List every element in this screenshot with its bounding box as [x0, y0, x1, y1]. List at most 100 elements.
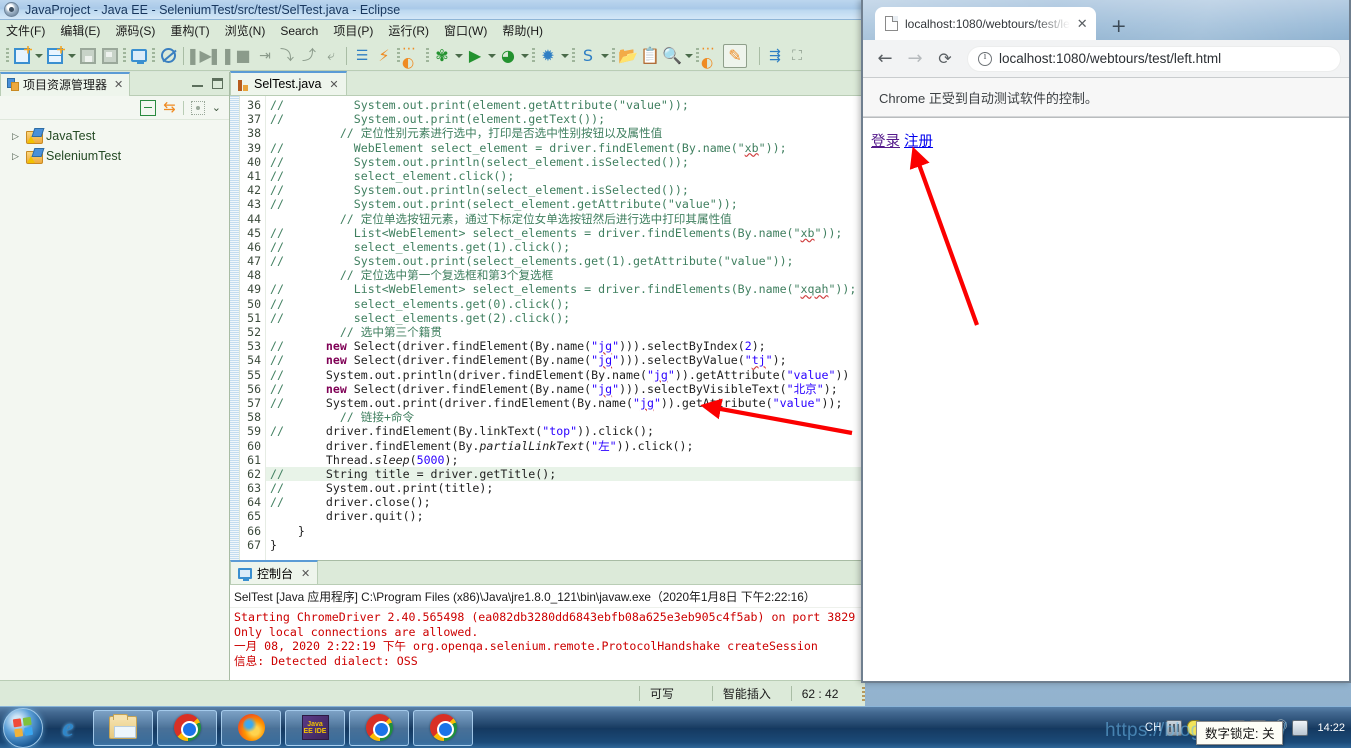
eclipse-menubar[interactable]: 文件(F) 编辑(E) 源码(S) 重构(T) 浏览(N) Search 项目(…: [0, 20, 865, 41]
code-line[interactable]: // 定位单选按钮元素，通过下标定位女单选按钮然后进行选中打印其属性值: [266, 212, 865, 226]
collapse-all-icon[interactable]: [140, 99, 157, 116]
new-grid-icon[interactable]: [44, 44, 66, 68]
link-with-editor-icon[interactable]: ⇆: [163, 100, 176, 115]
code-line[interactable]: // WebElement select_element = driver.fi…: [266, 141, 865, 155]
step-return-icon[interactable]: ⤴: [298, 44, 320, 68]
code-line[interactable]: // select_elements.get(0).click();: [266, 297, 865, 311]
open-web-browser-icon[interactable]: ✹: [537, 44, 559, 68]
minimize-icon[interactable]: [192, 78, 203, 89]
menu-window[interactable]: 窗口(W): [444, 22, 487, 39]
menu-file[interactable]: 文件(F): [6, 22, 45, 39]
code-line[interactable]: // List<WebElement> select_elements = dr…: [266, 282, 865, 296]
step-out-icon[interactable]: ⤶: [320, 44, 342, 68]
code-line[interactable]: // new Select(driver.findElement(By.name…: [266, 339, 865, 353]
code-line[interactable]: // 选中第三个籍贯: [266, 325, 865, 339]
code-line[interactable]: // select_elements.get(2).click();: [266, 311, 865, 325]
save-all-icon[interactable]: [99, 44, 121, 68]
new-server-icon[interactable]: S: [577, 44, 599, 68]
code-line[interactable]: driver.findElement(By.partialLinkText("左…: [266, 439, 865, 453]
web-dropdown-icon[interactable]: [559, 44, 570, 68]
info-circle-icon[interactable]: [978, 51, 992, 66]
format-icon[interactable]: ☰: [351, 44, 373, 68]
debug-icon[interactable]: ✾: [431, 44, 453, 68]
close-icon[interactable]: ✕: [329, 78, 338, 91]
search-icon[interactable]: 🔍: [661, 44, 683, 68]
reload-button[interactable]: ⟳: [931, 45, 959, 73]
skip-breakpoints-icon[interactable]: [157, 44, 179, 68]
run-icon[interactable]: ▶: [464, 44, 486, 68]
menu-search[interactable]: Search: [280, 24, 318, 38]
code-line[interactable]: // new Select(driver.findElement(By.name…: [266, 353, 865, 367]
address-bar[interactable]: localhost:1080/webtours/test/left.html: [967, 45, 1341, 72]
code-line[interactable]: // System.out.println(select_element.isS…: [266, 155, 865, 169]
external-tools-icon[interactable]: ◕: [497, 44, 519, 68]
new-wizard-icon[interactable]: [11, 44, 33, 68]
taskbar-item-google-chrome-2[interactable]: [349, 709, 409, 746]
new-tab-button[interactable]: +: [1105, 12, 1133, 40]
code-line[interactable]: // System.out.print(title);: [266, 481, 865, 495]
explorer-toolbar[interactable]: ⇆ ⌄: [0, 96, 229, 120]
step-over-icon[interactable]: ⇥: [254, 44, 276, 68]
code-line[interactable]: // 定位性别元素进行选中，打印是否选中性别按钮以及属性值: [266, 126, 865, 140]
new-grid-dropdown-icon[interactable]: [66, 44, 77, 68]
code-line[interactable]: // System.out.println(select_element.isS…: [266, 183, 865, 197]
taskbar-item-internet-explorer[interactable]: e: [47, 710, 89, 746]
menu-navigate[interactable]: 浏览(N): [225, 22, 266, 39]
code-line[interactable]: // driver.close();: [266, 495, 865, 509]
eclipse-titlebar[interactable]: JavaProject - Java EE - SeleniumTest/src…: [0, 0, 865, 20]
chevron-down-icon[interactable]: ⌄: [212, 101, 221, 114]
flag-icon[interactable]: [1292, 720, 1309, 736]
taskbar-item-windows-explorer[interactable]: [93, 709, 153, 746]
code-line[interactable]: // 定位选中第一个复选框和第3个复选框: [266, 268, 865, 282]
chevron-right-icon[interactable]: ▷: [12, 151, 22, 162]
menu-run[interactable]: 运行(R): [388, 22, 429, 39]
search-dropdown-icon[interactable]: [683, 44, 694, 68]
chrome-toolbar[interactable]: ← → ⟳ localhost:1080/webtours/test/left.…: [863, 40, 1349, 78]
external-tools-dropdown-icon[interactable]: [519, 44, 530, 68]
link-register[interactable]: 注册: [904, 134, 933, 150]
menu-refactor[interactable]: 重构(T): [170, 22, 209, 39]
code-line[interactable]: // String title = driver.getTitle();: [266, 466, 865, 482]
terminate-icon[interactable]: ■: [232, 44, 254, 68]
code-line[interactable]: // List<WebElement> select_elements = dr…: [266, 226, 865, 240]
coverage-icon[interactable]: ⋯◐: [402, 42, 424, 70]
status-resize-handle[interactable]: [862, 686, 865, 701]
code-line[interactable]: // new Select(driver.findElement(By.name…: [266, 382, 865, 396]
tab-console[interactable]: 控制台 ✕: [230, 560, 319, 584]
open-console-icon[interactable]: [128, 44, 150, 68]
close-icon[interactable]: ✕: [114, 78, 123, 91]
run-dropdown-icon[interactable]: [486, 44, 497, 68]
save-icon[interactable]: [77, 44, 99, 68]
forward-button[interactable]: →: [901, 45, 929, 73]
taskbar-item-firefox[interactable]: [221, 709, 281, 746]
close-icon[interactable]: ✕: [1077, 17, 1088, 30]
taskbar-item-google-chrome-1[interactable]: [157, 709, 217, 746]
code-line[interactable]: // System.out.print(element.getText());: [266, 112, 865, 126]
menu-project[interactable]: 项目(P): [333, 22, 373, 39]
keyboard-icon[interactable]: [1166, 720, 1183, 736]
focus-on-active-icon[interactable]: [190, 100, 205, 115]
server-dropdown-icon[interactable]: [599, 44, 610, 68]
edit-icon[interactable]: ✎: [723, 43, 747, 68]
word-wrap-icon[interactable]: ⇶: [764, 44, 786, 68]
console-output[interactable]: Starting ChromeDriver 2.40.565498 (ea082…: [230, 608, 865, 680]
ime-indicator[interactable]: CH: [1145, 722, 1162, 734]
menu-edit[interactable]: 编辑(E): [60, 22, 100, 39]
taskbar-item-eclipse-java-ee[interactable]: Java EE IDE: [285, 709, 345, 746]
code-line[interactable]: driver.quit();: [266, 509, 865, 523]
code-line[interactable]: }: [266, 538, 865, 552]
code-line[interactable]: // System.out.print(select_elements.get(…: [266, 254, 865, 268]
open-type-icon[interactable]: 📂: [617, 44, 639, 68]
code-line[interactable]: // select_elements.get(1).click();: [266, 240, 865, 254]
taskbar-item-google-chrome-3[interactable]: [413, 709, 473, 746]
code-line[interactable]: // System.out.print(driver.findElement(B…: [266, 396, 865, 410]
close-icon[interactable]: ✕: [301, 567, 310, 580]
code-line[interactable]: // 链接+命令: [266, 410, 865, 424]
toggle-markers-icon[interactable]: ⋯◐: [701, 42, 723, 70]
code-line[interactable]: // select_element.click();: [266, 169, 865, 183]
link-login[interactable]: 登录: [871, 134, 900, 150]
show-whitespace-icon[interactable]: ⛶: [786, 44, 808, 68]
run-last-tool-icon[interactable]: ⚡: [373, 44, 395, 68]
menu-help[interactable]: 帮助(H): [502, 22, 543, 39]
code-line[interactable]: // System.out.println(driver.findElement…: [266, 368, 865, 382]
